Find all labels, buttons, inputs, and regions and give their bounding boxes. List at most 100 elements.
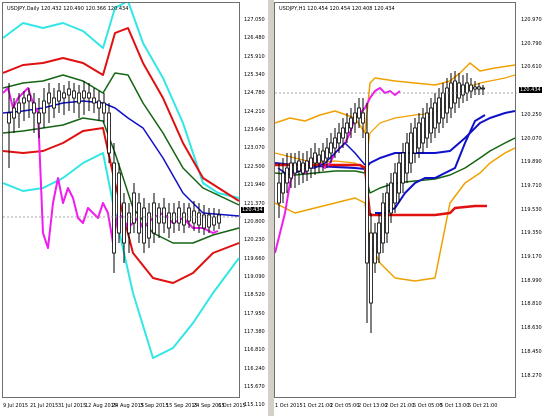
h1-candle: [441, 92, 445, 119]
price-axis-label: 120.250: [521, 111, 542, 118]
time-axis-label: 2 Oct 21:00: [385, 403, 415, 409]
daily-candle: [132, 192, 136, 224]
price-axis-label: 124.210: [244, 108, 265, 115]
h1-candle: [449, 82, 453, 109]
daily-candle: [72, 90, 76, 99]
time-axis-label: 1 Oct 2015: [275, 403, 303, 409]
daily-candle: [177, 207, 181, 224]
h1-candle: [305, 160, 309, 172]
h1-candle: [369, 232, 373, 304]
daily-candle: [127, 212, 131, 234]
daily-candle: [62, 92, 66, 99]
h1-upper-band: [275, 62, 516, 134]
price-axis-label: 116.240: [244, 365, 265, 372]
h1-candle: [329, 142, 333, 154]
daily-candle: [42, 100, 46, 114]
daily-candle: [102, 102, 106, 114]
price-axis-label: 118.450: [521, 348, 542, 355]
daily-chart-window[interactable]: USDJPY,Daily 120.432 120.490 120.366 120…: [0, 0, 268, 416]
h1-candle: [325, 147, 329, 159]
h1-candle: [309, 157, 313, 169]
h1-candle: [373, 232, 377, 264]
h1-candle: [417, 122, 421, 149]
h1-candle: [409, 132, 413, 164]
h1-chart-plot-area[interactable]: USDJPY,H1 120.454 120.454 120.408 120.43…: [274, 2, 517, 398]
daily-candle: [162, 207, 166, 224]
daily-candle: [22, 97, 26, 104]
daily-candle: [82, 90, 86, 99]
price-axis-label: 117.380: [244, 328, 265, 335]
daily-candle: [7, 112, 11, 124]
time-axis-label: 1 Oct 21:00: [303, 403, 333, 409]
h1-current-price-tag: 120.434: [519, 87, 542, 93]
price-axis-label: 120.970: [521, 17, 542, 23]
h1-chart-symbol-info: USDJPY,H1 120.454 120.454 120.408 120.43…: [279, 6, 395, 12]
price-axis-label: 121.940: [244, 182, 265, 189]
price-axis-label: 118.630: [521, 325, 542, 332]
price-axis-label: 123.640: [244, 127, 265, 134]
daily-chart-plot-area[interactable]: USDJPY,Daily 120.432 120.490 120.366 120…: [2, 2, 241, 398]
h1-candle: [477, 86, 481, 90]
h1-candle: [297, 160, 301, 172]
time-axis-label: 2 Oct 05:00: [330, 403, 360, 409]
daily-candle: [17, 102, 21, 114]
h1-candle: [313, 152, 317, 164]
price-axis-label: 115.670: [244, 384, 265, 390]
h1-candle: [377, 222, 381, 254]
daily-candle: [27, 94, 31, 102]
daily-candle: [47, 92, 51, 104]
price-axis-label: 124.780: [244, 90, 265, 97]
daily-candle: [32, 102, 36, 114]
h1-candle: [293, 162, 297, 174]
h1-candle: [465, 82, 469, 94]
time-axis-label: 5 Oct 13:00: [440, 403, 470, 409]
price-axis-label: 118.810: [521, 301, 542, 308]
price-axis-label: 126.480: [244, 35, 265, 42]
price-axis-label: 120.610: [521, 64, 542, 71]
price-axis-label: 119.890: [521, 159, 542, 166]
h1-candle: [385, 192, 389, 234]
time-axis-label: 2 Oct 13:00: [358, 403, 388, 409]
h1-candle: [341, 127, 345, 139]
daily-candle: [107, 112, 111, 154]
h1-candle: [381, 202, 385, 244]
h1-candle: [461, 84, 465, 96]
price-axis-label: 115.110: [244, 402, 265, 409]
price-axis-label: 125.910: [244, 53, 265, 60]
daily-candle: [57, 90, 61, 102]
h1-candle: [457, 82, 461, 99]
h1-candle: [433, 102, 437, 129]
h1-candle: [389, 182, 393, 214]
h1-chart-window[interactable]: USDJPY,H1 120.454 120.454 120.408 120.43…: [274, 0, 546, 416]
daily-candle: [37, 112, 41, 124]
price-axis-label: 120.070: [521, 135, 542, 142]
time-axis-label: 6 Oct 2015: [218, 403, 246, 409]
h1-candle: [437, 97, 441, 124]
daily-candle: [97, 100, 101, 109]
daily-chart-canvas: [3, 3, 241, 359]
price-axis-label: 122.500: [244, 163, 265, 170]
price-axis-label: 119.660: [244, 255, 265, 262]
price-axis-label: 116.810: [244, 347, 265, 354]
daily-candle: [52, 97, 56, 109]
daily-candle: [197, 212, 201, 226]
daily-candle: [167, 212, 171, 229]
daily-candle: [87, 92, 91, 99]
price-axis-label: 119.170: [521, 254, 542, 260]
h1-candle: [277, 182, 281, 204]
h1-candle: [353, 112, 357, 124]
price-axis-label: 120.790: [521, 40, 542, 47]
h1-candle: [333, 137, 337, 149]
daily-current-price-tag: 120.434: [241, 207, 264, 213]
time-axis-label: 21 Jul 2015: [30, 403, 59, 409]
h1-candle: [405, 142, 409, 174]
time-axis-label: 31 Jul 2015: [58, 403, 87, 409]
price-axis-label: 119.530: [521, 206, 542, 213]
h1-candle: [425, 112, 429, 139]
price-axis-label: 119.350: [521, 230, 542, 237]
price-axis-label: 125.340: [244, 72, 265, 79]
h1-candle: [321, 150, 325, 162]
time-axis-label: 3 Sep 2015: [140, 403, 169, 409]
h1-candle: [317, 154, 321, 164]
time-axis-label: 5 Oct 05:00: [413, 403, 443, 409]
